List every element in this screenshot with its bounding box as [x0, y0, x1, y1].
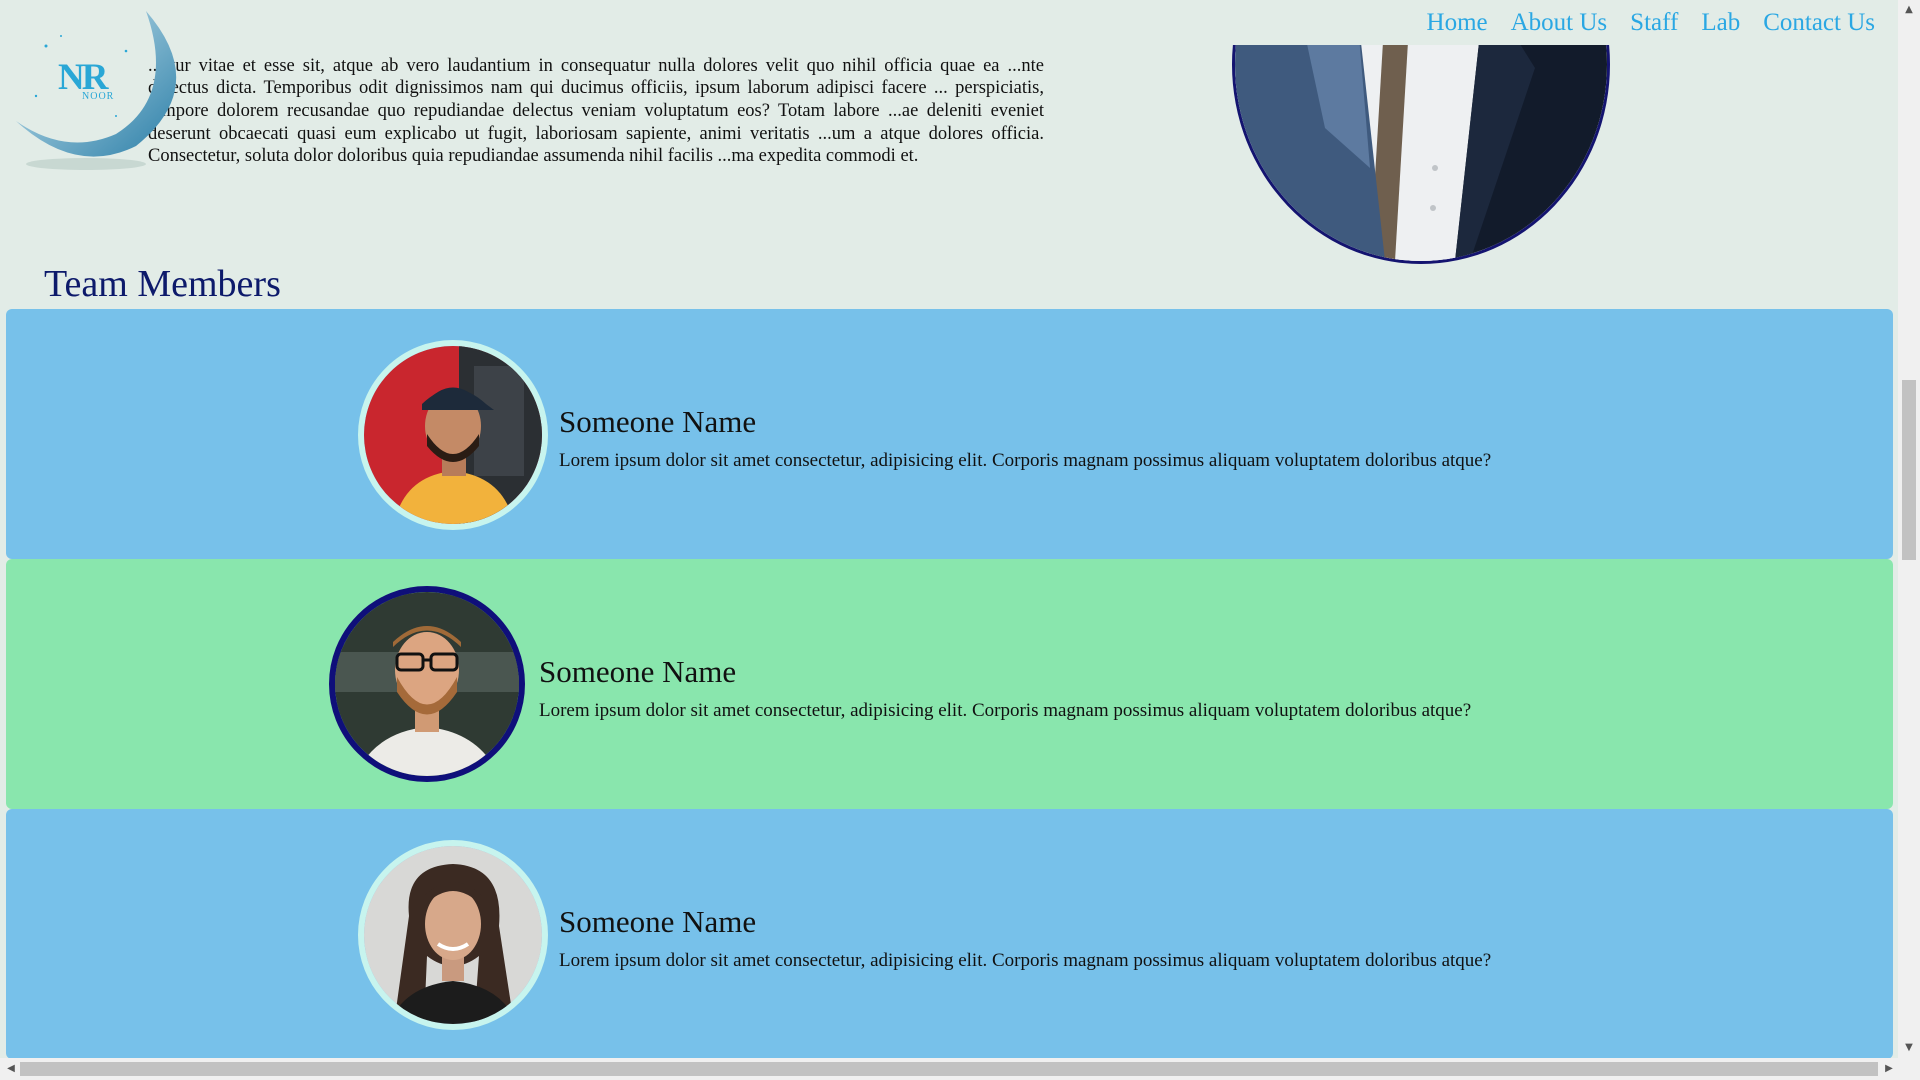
scroll-left-arrow-icon[interactable]: ◀	[0, 1059, 22, 1079]
member-photo-image	[364, 846, 542, 1024]
nav-home-link[interactable]: Home	[1427, 7, 1488, 39]
member-photo-image	[335, 592, 519, 776]
nav-contact-link[interactable]: Contact Us	[1763, 7, 1875, 39]
nav-lab-link[interactable]: Lab	[1701, 7, 1740, 39]
team-member-card: Someone Name Lorem ipsum dolor sit amet …	[6, 809, 1893, 1058]
scroll-up-arrow-icon[interactable]: ▲	[1898, 0, 1920, 20]
nav-links: Home About Us Staff Lab Contact Us	[1427, 7, 1875, 39]
member-avatar	[358, 340, 548, 530]
intro-paragraph: ...etur vitae et esse sit, atque ab vero…	[148, 55, 1044, 167]
member-bio: Lorem ipsum dolor sit amet consectetur, …	[559, 950, 1492, 971]
team-members-heading: Team Members	[44, 263, 281, 305]
vertical-scroll-thumb[interactable]	[1902, 380, 1916, 560]
navbar: Home About Us Staff Lab Contact Us	[0, 0, 1898, 45]
scroll-down-arrow-icon[interactable]: ▼	[1898, 1038, 1920, 1058]
team-member-card: Someone Name Lorem ipsum dolor sit amet …	[6, 559, 1893, 809]
member-name: Someone Name	[559, 404, 757, 439]
scroll-right-arrow-icon[interactable]: ▶	[1878, 1059, 1900, 1079]
site-logo[interactable]: NR NOOR	[6, 6, 186, 176]
vertical-scrollbar[interactable]: ▲ ▼	[1898, 0, 1920, 1058]
logo-subtext: NOOR	[82, 91, 115, 102]
member-name: Someone Name	[559, 904, 757, 939]
team-member-card: Someone Name Lorem ipsum dolor sit amet …	[6, 309, 1893, 559]
horizontal-scrollbar[interactable]: ◀ ▶	[0, 1058, 1898, 1080]
member-bio: Lorem ipsum dolor sit amet consectetur, …	[539, 700, 1472, 721]
member-avatar	[358, 840, 548, 1030]
member-name: Someone Name	[539, 654, 737, 689]
member-bio: Lorem ipsum dolor sit amet consectetur, …	[559, 450, 1492, 471]
member-avatar	[329, 586, 525, 782]
member-photo-image	[364, 346, 542, 524]
horizontal-scroll-thumb[interactable]	[20, 1062, 1878, 1076]
scrollbar-corner	[1898, 1058, 1920, 1080]
nav-about-link[interactable]: About Us	[1511, 7, 1608, 39]
page-viewport: ...etur vitae et esse sit, atque ab vero…	[0, 0, 1898, 1058]
nav-staff-link[interactable]: Staff	[1630, 7, 1678, 39]
